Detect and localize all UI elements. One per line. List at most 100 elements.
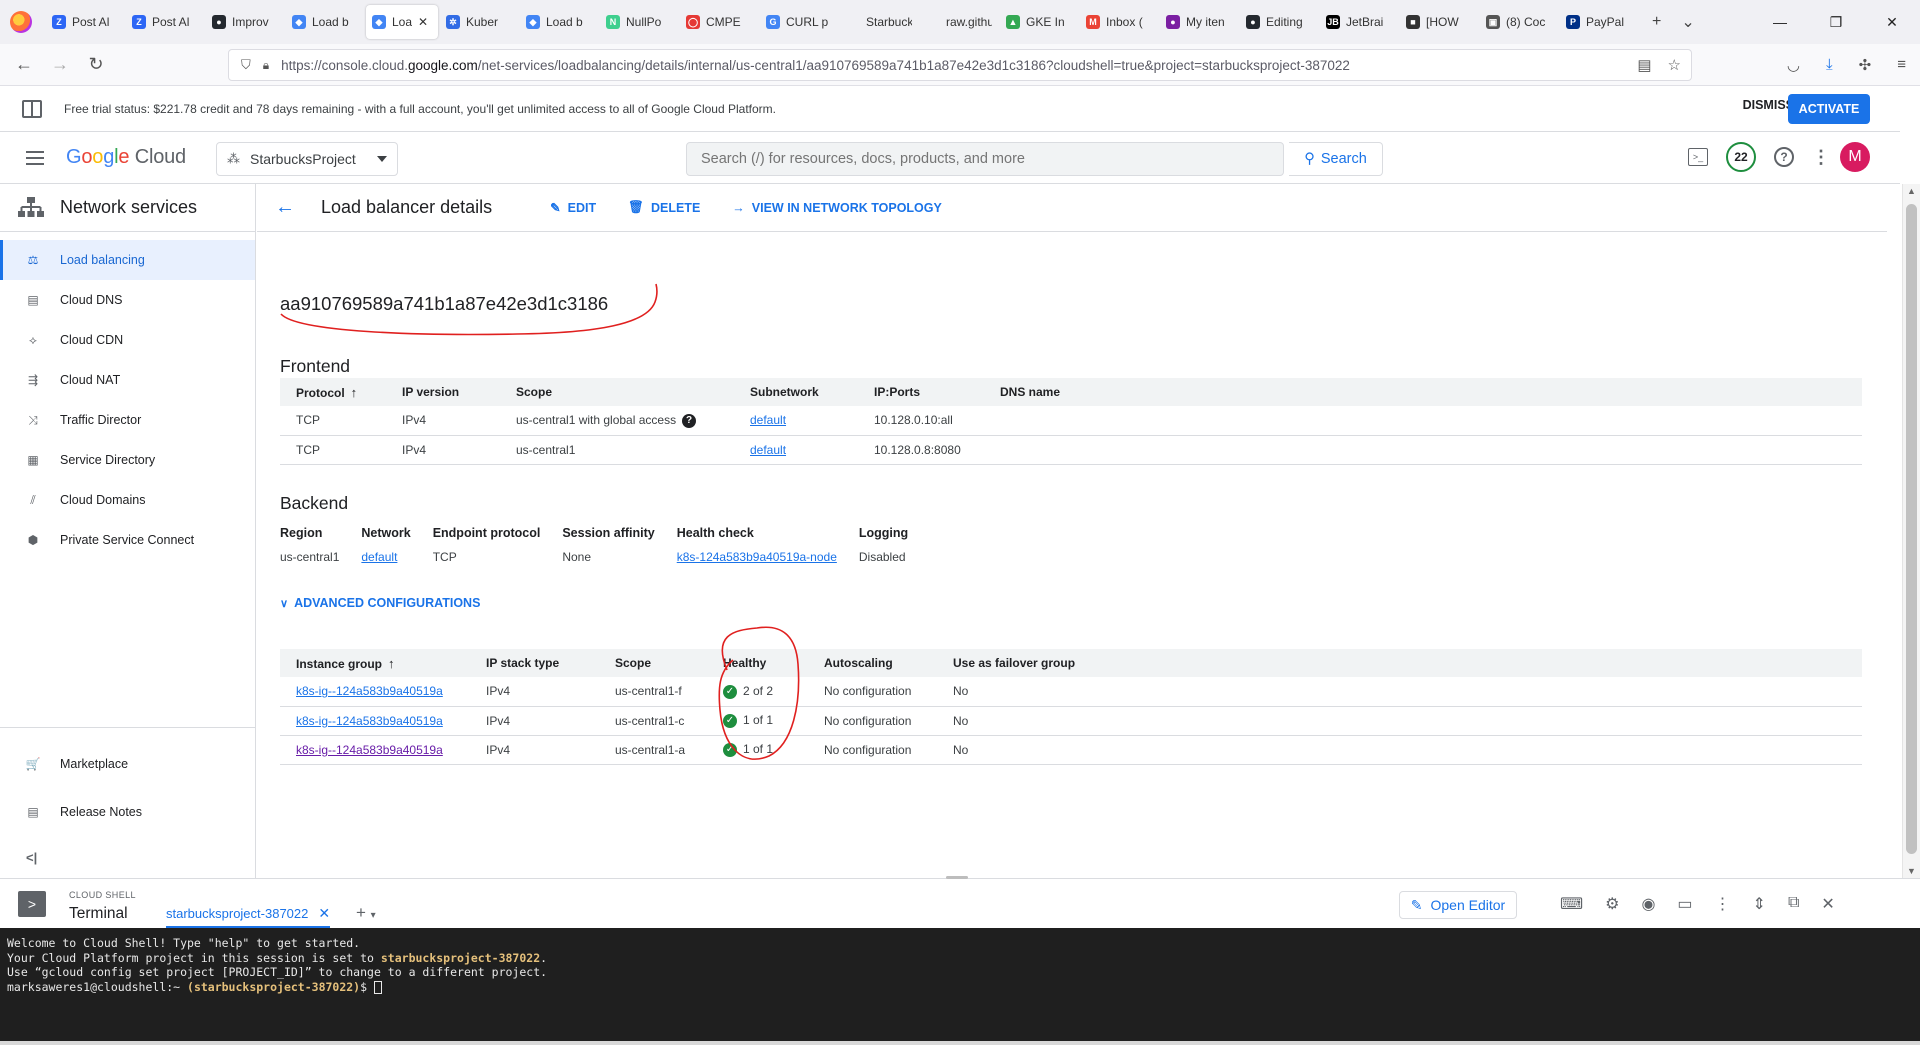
browser-tab[interactable]: ■ [HOW xyxy=(1400,5,1478,39)
edit-button[interactable]: ✎ EDIT xyxy=(550,200,596,216)
sidebar-item-service-directory[interactable]: ▦ Service Directory xyxy=(0,440,255,480)
cloud-shell-icon[interactable]: >_ xyxy=(1688,148,1708,166)
scroll-down-icon[interactable]: ▼ xyxy=(1903,866,1920,876)
browser-tab[interactable]: N NullPo xyxy=(600,5,678,39)
close-tab-icon[interactable]: ✕ xyxy=(318,905,330,922)
tab-favicon-icon xyxy=(926,15,940,29)
notifications-badge[interactable]: 22 xyxy=(1726,142,1756,172)
browser-tab[interactable]: P PayPal xyxy=(1560,5,1638,39)
layout-icon[interactable]: ▭ xyxy=(1677,894,1692,914)
sidebar-item-cloud-domains[interactable]: ⫽ Cloud Domains xyxy=(0,480,255,520)
close-tab-icon[interactable]: ✕ xyxy=(418,15,428,29)
sidebar-item-release-notes[interactable]: ▤ Release Notes xyxy=(0,792,255,832)
help-icon[interactable]: ? xyxy=(682,413,697,428)
avatar[interactable]: M xyxy=(1840,142,1870,172)
browser-tab[interactable]: ● Improv xyxy=(206,5,284,39)
search-input[interactable] xyxy=(686,142,1284,176)
browser-tab[interactable]: ◯ CMPE xyxy=(680,5,758,39)
expand-collapse-icon[interactable]: ⇕ xyxy=(1753,894,1766,914)
page-scrollbar[interactable]: ▲ ▼ xyxy=(1902,184,1920,878)
shield-icon[interactable]: ⛉ xyxy=(241,57,251,73)
close-window-icon[interactable]: ✕ xyxy=(1864,14,1920,31)
sidebar-item-private-service-connect[interactable]: ⬢ Private Service Connect xyxy=(0,520,255,560)
close-shell-icon[interactable]: ✕ xyxy=(1821,894,1834,914)
network-link[interactable]: default xyxy=(361,550,397,564)
browser-tab[interactable]: Z Post Al xyxy=(46,5,124,39)
back-icon[interactable]: ← xyxy=(6,54,42,75)
menu-icon[interactable]: ≡ xyxy=(1897,56,1906,74)
browser-tab[interactable]: ● Editing xyxy=(1240,5,1318,39)
lock-icon[interactable]: 🔒︎ xyxy=(263,58,269,73)
address-bar[interactable]: ⛉ 🔒︎ https://console.cloud.google.com/ne… xyxy=(228,49,1692,81)
instance-group-link[interactable]: k8s-ig--124a583b9a40519a xyxy=(296,684,443,698)
settings-gear-icon[interactable]: ⚙ xyxy=(1605,894,1619,914)
forward-icon[interactable]: → xyxy=(42,54,78,75)
health-check-link[interactable]: k8s-124a583b9a40519a-node xyxy=(677,550,837,564)
dismiss-button[interactable]: DISMISS xyxy=(1743,98,1794,112)
new-tab-icon[interactable]: + xyxy=(1652,13,1661,31)
search-button[interactable]: ⚲ Search xyxy=(1289,142,1383,176)
sort-ascending-icon[interactable]: ↑ xyxy=(351,385,358,400)
keyboard-icon[interactable]: ⌨ xyxy=(1560,894,1583,914)
window-bottom-edge xyxy=(0,1041,1920,1045)
restore-icon[interactable]: ❐ xyxy=(1808,14,1864,31)
reload-icon[interactable]: ↻ xyxy=(78,54,114,75)
terminal-label: Terminal xyxy=(69,905,128,922)
downloads-icon[interactable]: ⤓ xyxy=(1826,56,1833,74)
col-instance-group[interactable]: Instance group ↑ xyxy=(280,649,470,677)
browser-tab[interactable]: ▣ (8) Coc xyxy=(1480,5,1558,39)
browser-tab[interactable]: Z Post Al xyxy=(126,5,204,39)
browser-tab[interactable]: G CURL p xyxy=(760,5,838,39)
instance-group-link[interactable]: k8s-ig--124a583b9a40519a xyxy=(296,714,443,728)
sidebar-item-cloud-dns[interactable]: ▤ Cloud DNS xyxy=(0,280,255,320)
browser-tab[interactable]: M Inbox ( xyxy=(1080,5,1158,39)
sidebar-item-traffic-director[interactable]: ⤨ Traffic Director xyxy=(0,400,255,440)
shell-session-tab[interactable]: starbucksproject-387022 ✕ xyxy=(166,905,331,928)
browser-tab[interactable]: ● My iten xyxy=(1160,5,1238,39)
browser-tab[interactable]: raw.githu xyxy=(920,5,998,39)
open-editor-button[interactable]: ✎ Open Editor xyxy=(1399,891,1517,919)
sidebar-item-load-balancing[interactable]: ⚖ Load balancing xyxy=(0,240,255,280)
browser-tab[interactable]: ✲ Kuber xyxy=(440,5,518,39)
browser-tab[interactable]: ◆ Loa ✕ xyxy=(366,5,438,39)
advanced-configurations-toggle[interactable]: ∨ ADVANCED CONFIGURATIONS xyxy=(280,596,480,610)
delete-button[interactable]: 🗑︎ DELETE xyxy=(628,200,700,215)
subnetwork-link[interactable]: default xyxy=(750,443,786,457)
extensions-icon[interactable]: ✣ xyxy=(1859,56,1872,74)
help-icon[interactable]: ? xyxy=(1774,147,1794,167)
terminal-output[interactable]: Welcome to Cloud Shell! Type "help" to g… xyxy=(0,928,1920,1041)
google-cloud-logo[interactable]: Google Cloud xyxy=(66,146,186,169)
main-menu-icon[interactable] xyxy=(26,150,44,165)
sidebar-item-marketplace[interactable]: 🛒 Marketplace xyxy=(0,744,255,784)
open-new-window-icon[interactable]: ⧉ xyxy=(1788,894,1799,914)
browser-tab[interactable]: Starbucks xyxy=(840,5,918,39)
view-topology-button[interactable]: → VIEW IN NETWORK TOPOLOGY xyxy=(732,201,942,215)
scrollbar-thumb[interactable] xyxy=(1906,204,1917,854)
scroll-up-icon[interactable]: ▲ xyxy=(1903,186,1920,196)
sidebar-item-cloud-nat[interactable]: ⇶ Cloud NAT xyxy=(0,360,255,400)
activate-button[interactable]: ACTIVATE xyxy=(1788,94,1870,124)
minimize-icon[interactable]: — xyxy=(1752,14,1808,30)
web-preview-icon[interactable]: ◉ xyxy=(1641,894,1655,914)
col-protocol[interactable]: Protocol ↑ xyxy=(280,378,386,406)
firefox-logo-icon[interactable] xyxy=(10,11,32,33)
more-options-icon[interactable]: ⋮ xyxy=(1715,894,1731,914)
project-picker[interactable]: ⁂ StarbucksProject xyxy=(216,142,398,176)
browser-tab[interactable]: JB JetBrai xyxy=(1320,5,1398,39)
reader-view-icon[interactable]: ▤ xyxy=(1637,56,1651,74)
instance-group-link[interactable]: k8s-ig--124a583b9a40519a xyxy=(296,743,443,757)
tab-list-icon[interactable]: ⌄ xyxy=(1681,12,1694,32)
browser-tab[interactable]: ▲ GKE In xyxy=(1000,5,1078,39)
browser-tab[interactable]: ◆ Load b xyxy=(520,5,598,39)
resize-handle[interactable] xyxy=(946,876,968,879)
pocket-icon[interactable]: ◡ xyxy=(1787,56,1800,74)
add-session-icon[interactable]: + ▾ xyxy=(356,903,376,923)
sidebar-item-cloud-cdn[interactable]: ⟡ Cloud CDN xyxy=(0,320,255,360)
subnetwork-link[interactable]: default xyxy=(750,413,786,427)
back-arrow-icon[interactable]: ← xyxy=(275,196,305,219)
more-options-icon[interactable]: ⋮ xyxy=(1812,147,1830,168)
sort-ascending-icon[interactable]: ↑ xyxy=(388,656,395,671)
bookmark-star-icon[interactable]: ☆ xyxy=(1668,56,1681,74)
browser-tab[interactable]: ◆ Load b xyxy=(286,5,364,39)
collapse-sidebar-icon[interactable]: <| xyxy=(26,850,37,865)
